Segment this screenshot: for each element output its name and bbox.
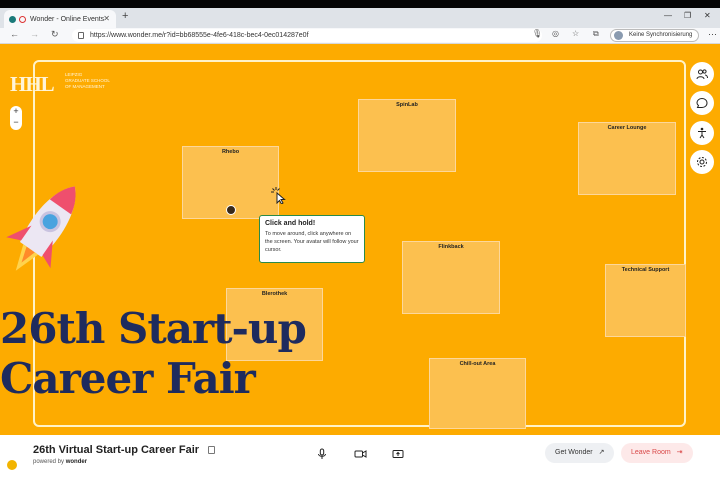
favorite-star-icon[interactable]: ☆ [572,29,579,38]
room-career-lounge[interactable]: Career Lounge [578,122,676,195]
camera-icon [354,450,366,458]
room-label: SpinLab [396,102,418,108]
maximize-icon[interactable]: ❐ [684,11,691,20]
new-tab-icon[interactable]: + [122,10,128,22]
microphone-button[interactable] [311,443,333,465]
mic-permission-icon[interactable]: 🎙 [532,29,542,38]
room-label: Career Lounge [607,125,647,131]
get-wonder-label: Get Wonder [555,449,593,456]
screen-share-icon [392,449,404,458]
lock-icon [78,32,84,39]
chat-icon [696,97,708,108]
tab-close-icon[interactable]: ✕ [103,14,110,23]
rocket-illustration [6,186,76,271]
tooltip-body: To move around, click anywhere on the sc… [265,231,359,253]
headline-line-2: Career Fair [0,354,256,403]
room-label: Flinkback [438,244,464,250]
leave-room-button[interactable]: Leave Room ⇥ [621,443,693,463]
reload-icon[interactable]: ↻ [51,29,59,40]
room-flinkback[interactable]: Flinkback [402,241,500,314]
microphone-icon [318,448,326,459]
minimize-icon[interactable]: — [664,11,672,20]
copy-icon[interactable] [208,446,215,454]
room-technical-support[interactable]: Technical Support [605,264,686,337]
event-space[interactable]: HHL LEIPZIG GRADUATE SCHOOL OF MANAGEMEN… [0,44,720,435]
powered-by-prefix: powered by [33,459,65,465]
edge-profile-icon [9,15,16,23]
tooltip-title: Click and hold! [265,220,316,227]
room-spinlab[interactable]: SpinLab [358,99,456,172]
forward-icon[interactable]: → [30,29,39,39]
exit-icon: ⇥ [676,449,683,456]
back-icon[interactable]: ← [10,29,19,39]
sync-label: Keine Synchronisierung [629,32,693,38]
browser-tab[interactable]: Wonder - Online Events ✕ [4,10,116,28]
more-options-icon[interactable]: ⋯ [708,29,717,40]
address-bar[interactable]: https://www.wonder.me/r?id=bb68555e-4fe6… [72,29,542,42]
leave-room-label: Leave Room [631,449,671,456]
event-footer: 26th Virtual Start-up Career Fair powere… [0,435,720,480]
room-label: Rhebo [221,149,240,155]
user-avatar-bubble[interactable] [226,205,236,215]
screen-share-button[interactable] [387,443,409,465]
site-permissions-icon[interactable]: ◎ [552,29,559,38]
tab-title: Wonder - Online Events [30,15,105,23]
people-icon [696,69,708,80]
zoom-control[interactable]: + − [10,106,22,130]
sync-button[interactable]: Keine Synchronisierung [610,29,700,42]
window-close-icon[interactable]: ✕ [704,11,711,20]
headline-line-1: 26th Start-up [0,304,307,353]
logo-mark: HHL [10,72,55,96]
room-label: Technical Support [621,267,670,273]
chat-button[interactable] [690,91,714,115]
accessibility-button[interactable] [690,121,714,145]
profile-icon [614,31,623,40]
browser-tab-bar: Wonder - Online Events ✕ + — ❐ ✕ [0,8,720,28]
room-label: Chill-out Area [459,361,496,367]
room-label: Blerothek [261,291,288,297]
external-link-icon: ↗ [598,449,605,456]
zoom-in-icon[interactable]: + [10,106,22,117]
zoom-out-icon[interactable]: − [10,117,22,128]
hhl-logo: HHL LEIPZIG GRADUATE SCHOOL OF MANAGEMEN… [10,66,130,96]
get-wonder-button[interactable]: Get Wonder ↗ [545,443,615,463]
powered-by: powered by wonder [33,459,87,465]
my-avatar[interactable] [6,459,18,471]
participants-button[interactable] [690,62,714,86]
url-text: https://www.wonder.me/r?id=bb68555e-4fe6… [90,32,309,39]
accessibility-icon [698,127,706,139]
logo-text: LEIPZIG GRADUATE SCHOOL OF MANAGEMENT [65,72,110,90]
event-title: 26th Virtual Start-up Career Fair [33,444,200,456]
click-cursor-icon [271,187,286,204]
camera-button[interactable] [349,443,371,465]
screen-top-bezel [0,0,720,8]
movement-tooltip: Click and hold! To move around, click an… [259,215,365,263]
logo-line-3: OF MANAGEMENT [65,84,105,89]
room-chill-out-area[interactable]: Chill-out Area [429,358,526,429]
collections-icon[interactable]: ⧉ [593,29,599,39]
recording-icon [19,15,26,23]
settings-icon [697,157,707,167]
settings-button[interactable] [690,150,714,174]
powered-by-brand: wonder [65,459,88,465]
